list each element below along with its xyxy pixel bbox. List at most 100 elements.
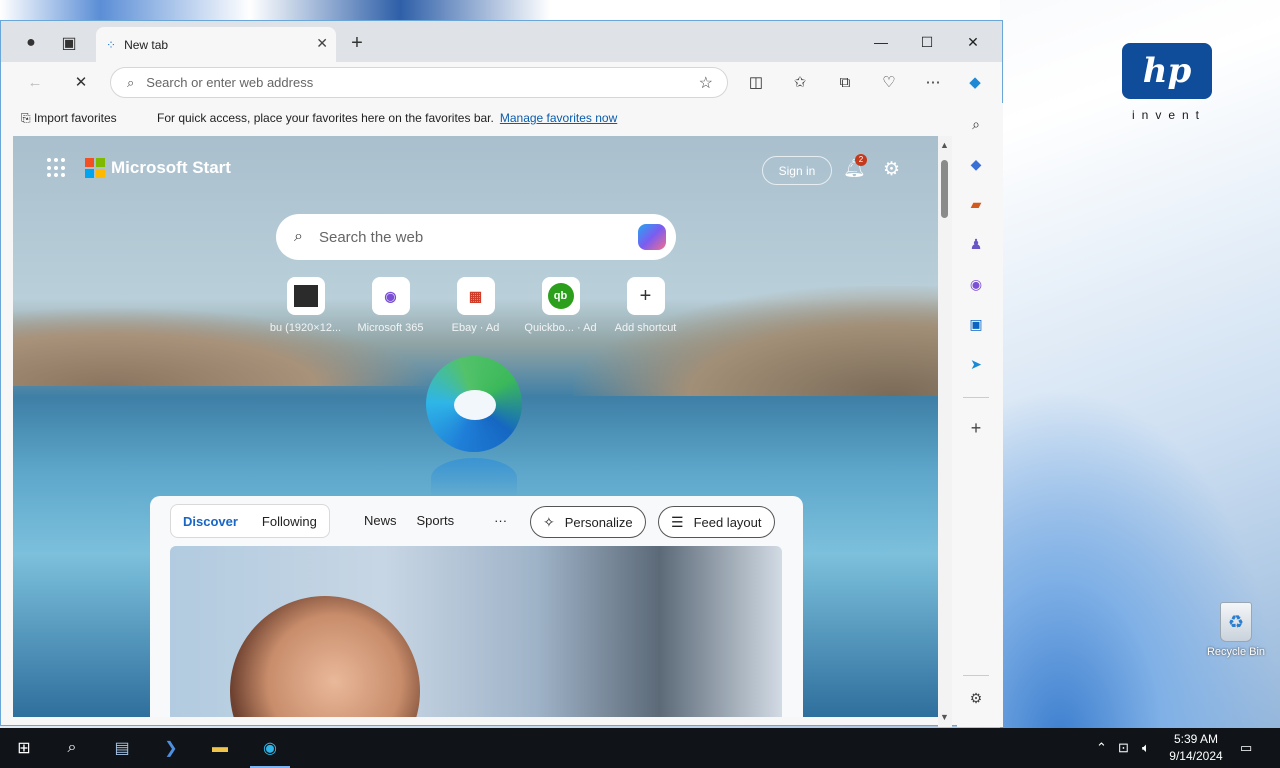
recycle-bin-label: Recycle Bin bbox=[1206, 646, 1266, 658]
manage-favorites-link[interactable]: Manage favorites now bbox=[500, 111, 617, 125]
sidebar-divider bbox=[963, 675, 989, 676]
outlook-icon[interactable]: ▣ bbox=[965, 313, 987, 335]
system-clock[interactable]: 5:39 AM 9/14/2024 bbox=[1166, 731, 1226, 765]
news-card-image[interactable] bbox=[170, 546, 782, 717]
ebay-icon: ▦ bbox=[456, 277, 495, 315]
feed-tab-group: Discover Following bbox=[170, 504, 330, 538]
shopping-tag-icon[interactable]: ◆ bbox=[965, 153, 987, 175]
favorites-bar-message: For quick access, place your favorites h… bbox=[157, 111, 617, 125]
profile-icon[interactable]: ● bbox=[17, 29, 45, 57]
recycle-bin-desktop-icon[interactable]: ♻ Recycle Bin bbox=[1204, 602, 1268, 658]
copilot-icon[interactable]: ◆ bbox=[963, 70, 987, 94]
notifications-bell-icon[interactable]: 🔔︎ 2 bbox=[843, 154, 867, 179]
personalize-button[interactable]: ✧ Personalize bbox=[530, 506, 646, 538]
address-placeholder: Search or enter web address bbox=[146, 75, 314, 90]
scrollbar-thumb[interactable] bbox=[941, 160, 948, 218]
minimize-button[interactable]: — bbox=[858, 29, 904, 55]
network-icon[interactable]: ⊡ bbox=[1118, 740, 1129, 756]
desktop-wallpaper-swoosh bbox=[1000, 360, 1280, 740]
clock-time: 5:39 AM bbox=[1173, 732, 1219, 746]
feed-layout-button[interactable]: ☰ Feed layout bbox=[658, 506, 775, 538]
web-search-box[interactable]: ⌕ Search the web bbox=[276, 214, 676, 260]
taskbar-search-icon[interactable]: ⌕ bbox=[58, 734, 86, 762]
more-options-icon[interactable]: ⋯ bbox=[921, 70, 945, 94]
page-settings-gear-icon[interactable]: ⚙ bbox=[883, 158, 900, 181]
tab-new-tab[interactable]: ⁘ New tab ✕ bbox=[96, 27, 336, 62]
hp-tagline: invent bbox=[1131, 108, 1207, 122]
image-thumbnail-icon bbox=[286, 277, 325, 315]
back-icon[interactable]: ← bbox=[23, 70, 47, 94]
import-favorites-label: Import favorites bbox=[33, 111, 117, 125]
import-favorites-button[interactable]: ⎘ Import favorites bbox=[21, 111, 117, 126]
edge-taskbar-icon[interactable]: ◉ bbox=[250, 734, 290, 768]
sparkle-icon: ✧ bbox=[543, 513, 555, 530]
collections-icon[interactable]: ⧉ bbox=[833, 70, 857, 94]
quickbooks-icon: qb bbox=[541, 277, 580, 315]
tab-news[interactable]: News bbox=[364, 513, 397, 528]
address-bar[interactable]: ⌕ Search or enter web address ☆ bbox=[110, 67, 728, 98]
close-window-button[interactable]: ✕ bbox=[950, 29, 996, 55]
drop-send-icon[interactable]: ➤ bbox=[965, 353, 987, 375]
file-explorer-icon[interactable]: ▬ bbox=[206, 734, 234, 762]
start-windows-icon[interactable]: ⊞ bbox=[10, 734, 38, 762]
microsoft-start-title[interactable]: Microsoft Start bbox=[111, 158, 231, 178]
notification-badge: 2 bbox=[855, 154, 867, 166]
shortcut-quickbooks[interactable]: qb Quickbo... · Ad bbox=[518, 277, 603, 334]
tab-actions-icon[interactable]: ▣ bbox=[55, 29, 83, 57]
browser-essentials-icon[interactable]: ♡ bbox=[877, 70, 901, 94]
personalize-label: Personalize bbox=[564, 514, 633, 530]
games-icon[interactable]: ♟ bbox=[965, 233, 987, 255]
shortcut-label: Microsoft 365 bbox=[357, 322, 424, 334]
app-launcher-icon[interactable] bbox=[47, 158, 67, 178]
favorite-star-icon[interactable]: ☆ bbox=[699, 73, 713, 93]
news-card-photo bbox=[230, 596, 420, 717]
favorites-bar-hint: For quick access, place your favorites h… bbox=[157, 111, 494, 125]
maximize-button[interactable]: ☐ bbox=[904, 29, 950, 55]
feed-nav: News Sports ··· bbox=[354, 513, 517, 528]
split-screen-icon[interactable]: ◫ bbox=[744, 70, 768, 94]
shortcut-bu[interactable]: bu (1920×12... bbox=[263, 277, 348, 334]
favorites-icon[interactable]: ✩ bbox=[788, 70, 812, 94]
tab-discover[interactable]: Discover bbox=[171, 514, 250, 529]
hp-logo: hp bbox=[1122, 43, 1212, 99]
clock-date: 9/14/2024 bbox=[1169, 749, 1223, 763]
volume-muted-icon[interactable]: 🔈︎ bbox=[1142, 740, 1150, 756]
news-feed-panel: Discover Following News Sports ··· ✧ Per… bbox=[150, 496, 803, 717]
new-tab-button[interactable]: + bbox=[343, 29, 371, 57]
server-manager-icon[interactable]: ▤ bbox=[108, 734, 136, 762]
shortcut-add[interactable]: + Add shortcut bbox=[603, 277, 688, 334]
tools-briefcase-icon[interactable]: ▰ bbox=[965, 193, 987, 215]
shortcut-ebay[interactable]: ▦ Ebay · Ad bbox=[433, 277, 518, 334]
sidebar-settings-gear-icon[interactable]: ⚙ bbox=[965, 687, 987, 709]
more-tabs-icon[interactable]: ··· bbox=[494, 513, 507, 528]
tab-title: New tab bbox=[124, 37, 169, 52]
shortcut-microsoft-365[interactable]: ◉ Microsoft 365 bbox=[348, 277, 433, 334]
shortcut-label: Quickbo... · Ad bbox=[524, 322, 597, 334]
show-hidden-icons-chevron-icon[interactable]: ⌃ bbox=[1096, 740, 1107, 756]
stop-loading-icon[interactable]: ✕ bbox=[69, 70, 93, 94]
tab-following[interactable]: Following bbox=[250, 514, 329, 529]
scroll-up-icon[interactable]: ▲ bbox=[940, 140, 949, 150]
edge-logo-icon bbox=[426, 356, 522, 452]
sign-in-button[interactable]: Sign in bbox=[762, 156, 832, 185]
recycle-bin-icon: ♻ bbox=[1220, 602, 1252, 642]
sliders-icon: ☰ bbox=[671, 513, 684, 530]
loading-spinner-icon: ⁘ bbox=[106, 37, 117, 52]
sidebar-search-icon[interactable]: ⌕ bbox=[965, 113, 987, 135]
page-scrollbar[interactable]: ▲ ▼ bbox=[938, 136, 952, 727]
tab-bar: ● ▣ ⁘ New tab ✕ + — ☐ ✕ bbox=[1, 21, 1002, 62]
microsoft-start-header: Microsoft Start bbox=[47, 158, 231, 178]
desktop-wallpaper-top bbox=[0, 0, 1000, 20]
shortcut-label: Add shortcut bbox=[614, 322, 677, 334]
tab-close-icon[interactable]: ✕ bbox=[316, 35, 328, 52]
edge-logo-reflection bbox=[431, 458, 517, 498]
scroll-down-icon[interactable]: ▼ bbox=[940, 712, 949, 722]
action-center-icon[interactable]: ▭ bbox=[1240, 740, 1252, 756]
powershell-icon[interactable]: ❯ bbox=[157, 734, 185, 762]
plus-icon: + bbox=[626, 277, 665, 315]
copilot-search-icon[interactable] bbox=[638, 224, 666, 250]
add-sidebar-app-icon[interactable]: + bbox=[965, 417, 987, 439]
tab-sports[interactable]: Sports bbox=[417, 513, 455, 528]
sidebar-divider bbox=[963, 397, 989, 398]
microsoft-365-icon[interactable]: ◉ bbox=[965, 273, 987, 295]
